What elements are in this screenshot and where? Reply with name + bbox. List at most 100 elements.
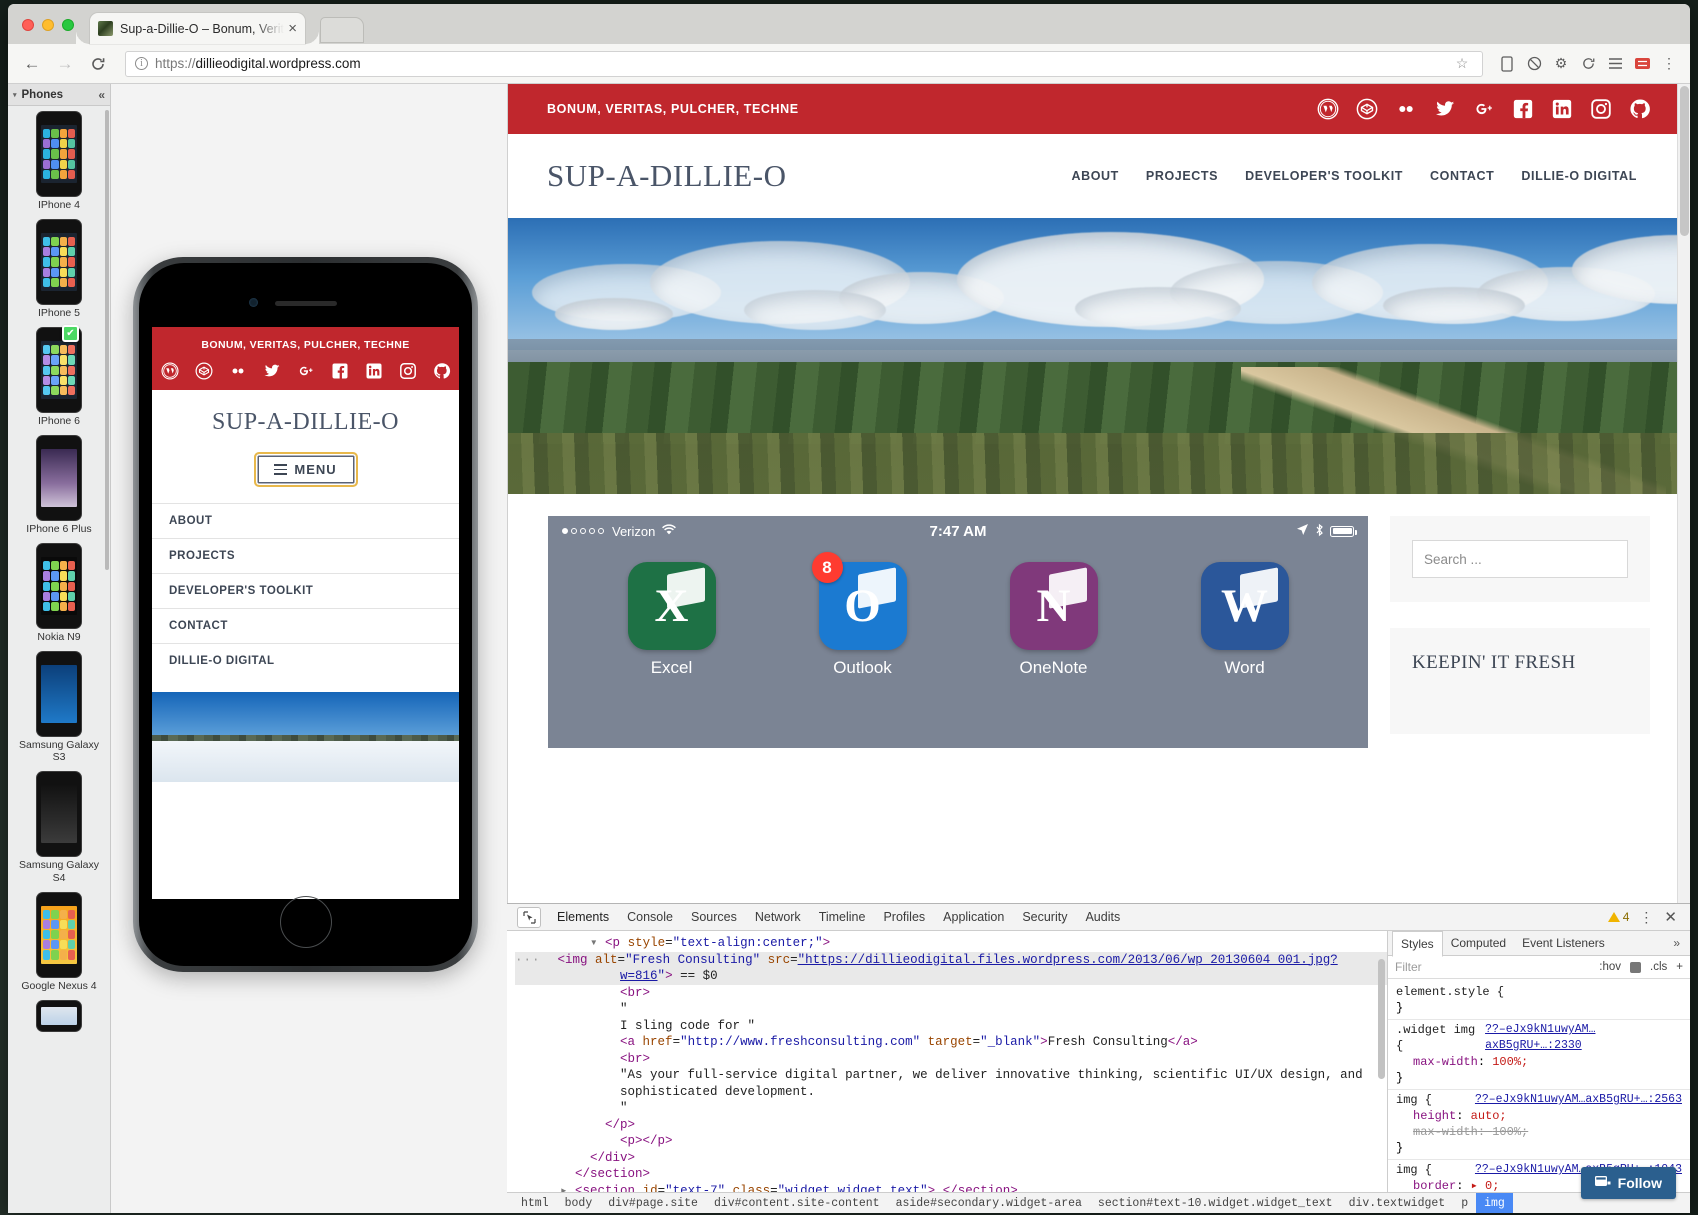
dom-node-line[interactable]: <br> xyxy=(515,1051,1387,1068)
devtools-tab-elements[interactable]: Elements xyxy=(548,904,618,931)
maximize-window-button[interactable] xyxy=(62,19,74,31)
devtools-menu-icon[interactable]: ⋮ xyxy=(1639,909,1654,926)
dom-node-line[interactable]: </section> xyxy=(515,1166,1387,1183)
github-icon[interactable] xyxy=(1629,98,1651,120)
breadcrumb-div-page-site[interactable]: div#page.site xyxy=(600,1193,706,1214)
twitter-icon[interactable] xyxy=(262,361,281,380)
dom-node-line[interactable]: " xyxy=(515,1001,1387,1018)
mobile-site-title[interactable]: SUP-A-DILLIE-O xyxy=(152,390,459,436)
style-property[interactable]: max-width: 100%; xyxy=(1396,1054,1682,1070)
linkedin-icon[interactable] xyxy=(364,361,383,380)
nav-item-projects[interactable]: PROJECTS xyxy=(1146,169,1218,183)
flickr-icon[interactable] xyxy=(1395,98,1417,120)
mobile-nav-item-contact[interactable]: CONTACT xyxy=(152,608,459,643)
gear-icon[interactable]: ⚙ xyxy=(1550,53,1572,75)
device-item-iphone-6[interactable]: ✔ IPhone 6 xyxy=(8,325,110,427)
device-item-samsung-galaxy-s3[interactable]: Samsung Galaxy S3 xyxy=(8,652,110,763)
instagram-icon[interactable] xyxy=(398,361,417,380)
site-nav[interactable]: ABOUT PROJECTS DEVELOPER'S TOOLKIT CONTACT D… xyxy=(1071,169,1651,183)
bookmark-star-icon[interactable]: ☆ xyxy=(1451,53,1473,75)
codepen-icon[interactable] xyxy=(1356,98,1378,120)
styles-more-tabs-icon[interactable]: » xyxy=(1673,936,1686,950)
browser-tab[interactable]: Sup-a-Dillie-O – Bonum, Verita × xyxy=(90,13,319,44)
sidebar-scrollbar[interactable] xyxy=(105,110,109,570)
breadcrumb-html[interactable]: html xyxy=(513,1193,557,1214)
device-item-nokia-n9[interactable]: Nokia N9 xyxy=(8,544,110,643)
device-list[interactable]: IPhone 4 IPhone 5 ✔ IPhone 6 IPhone 6 Plus No… xyxy=(8,106,110,1031)
dom-node-line[interactable]: "As your full-service digital partner, w… xyxy=(515,1067,1387,1084)
dom-node-line[interactable]: <p></p> xyxy=(515,1133,1387,1150)
twitter-icon[interactable] xyxy=(1434,98,1456,120)
refresh-icon[interactable] xyxy=(1577,53,1599,75)
styles-filter-input[interactable]: Filter xyxy=(1395,960,1422,974)
style-property[interactable]: max-width: 100%; xyxy=(1396,1124,1682,1140)
new-style-rule-button[interactable]: + xyxy=(1676,961,1683,973)
mobile-menu-button[interactable]: MENU xyxy=(253,452,358,487)
nav-item-contact[interactable]: CONTACT xyxy=(1430,169,1494,183)
instagram-icon[interactable] xyxy=(1590,98,1612,120)
google-plus-icon[interactable] xyxy=(1473,98,1495,120)
dom-node-line[interactable]: </p> xyxy=(515,1117,1387,1134)
forward-button[interactable]: → xyxy=(51,50,79,78)
hov-toggle[interactable]: :hov xyxy=(1599,961,1621,973)
mobile-nav-list[interactable]: ABOUT PROJECTS DEVELOPER'S TOOLKIT CONTACT D… xyxy=(152,503,459,678)
linkedin-icon[interactable] xyxy=(1551,98,1573,120)
styles-tab-event-listeners[interactable]: Event Listeners xyxy=(1514,931,1613,956)
facebook-icon[interactable] xyxy=(330,361,349,380)
site-info-icon[interactable]: i xyxy=(135,57,148,70)
chevron-down-icon[interactable]: ▾ xyxy=(13,91,17,99)
reload-button[interactable] xyxy=(84,50,112,78)
breadcrumb-img[interactable]: img xyxy=(1476,1192,1513,1213)
dom-node-line[interactable]: ▾ <p style="text-align:center;"> xyxy=(515,935,1387,952)
dom-node-line[interactable]: <br> xyxy=(515,985,1387,1002)
style-rule[interactable]: element.style {} xyxy=(1388,982,1690,1020)
nav-item-about[interactable]: ABOUT xyxy=(1071,169,1118,183)
style-rule[interactable]: img {??–eJx9kN1uwyAM…axB5gRU+…:2563 heigh… xyxy=(1388,1090,1690,1160)
minimize-window-button[interactable] xyxy=(42,19,54,31)
mobile-nav-item-projects[interactable]: PROJECTS xyxy=(152,538,459,573)
nav-item-dillie-o-digital[interactable]: DILLIE-O DIGITAL xyxy=(1521,169,1637,183)
wordpress-icon[interactable] xyxy=(160,361,179,380)
breadcrumb-div-textwidget[interactable]: div.textwidget xyxy=(1341,1193,1454,1214)
dom-node-line[interactable]: </div> xyxy=(515,1150,1387,1167)
device-item-google-nexus-4[interactable]: Google Nexus 4 xyxy=(8,892,110,992)
device-item[interactable] xyxy=(8,1000,110,1031)
dom-node-line[interactable]: " xyxy=(515,1100,1387,1117)
devtools-tab-network[interactable]: Network xyxy=(746,904,810,931)
breadcrumb-div-content-site-content[interactable]: div#content.site-content xyxy=(706,1193,888,1214)
styles-rules-list[interactable]: element.style {} .widget img {??–eJx9kN1u… xyxy=(1388,979,1690,1192)
facebook-icon[interactable] xyxy=(1512,98,1534,120)
style-property[interactable]: height: auto; xyxy=(1396,1108,1682,1124)
devtools-tab-application[interactable]: Application xyxy=(934,904,1013,931)
styles-tabbar[interactable]: Styles Computed Event Listeners » xyxy=(1388,931,1690,957)
close-window-button[interactable] xyxy=(22,19,34,31)
back-button[interactable]: ← xyxy=(18,50,46,78)
dom-node-line[interactable]: ▸ <section id="text-7" class="widget wid… xyxy=(515,1183,1387,1193)
dom-tree-pane[interactable]: ▾ <p style="text-align:center;"> ··· <img… xyxy=(507,931,1387,1192)
style-origin-link[interactable]: ??–eJx9kN1uwyAM…axB5gRU+…:2330 xyxy=(1485,1022,1682,1054)
close-tab-icon[interactable]: × xyxy=(284,21,297,36)
block-icon[interactable] xyxy=(1523,53,1545,75)
device-item-samsung-galaxy-s4[interactable]: Samsung Galaxy S4 xyxy=(8,772,110,884)
breadcrumb-body[interactable]: body xyxy=(557,1193,601,1214)
site-social-links[interactable] xyxy=(1317,98,1651,120)
device-item-iphone-5[interactable]: IPhone 5 xyxy=(8,220,110,319)
dom-node-line[interactable]: I sling code for " xyxy=(515,1018,1387,1035)
devtools-tab-profiles[interactable]: Profiles xyxy=(874,904,934,931)
site-search-input[interactable]: Search ... xyxy=(1412,540,1628,578)
device-list-sidebar[interactable]: ▾ Phones « IPhone 4 IPhone 5 ✔ IPhone 6 IPho… xyxy=(8,84,111,1213)
breadcrumb-aside-secondary-widget-area[interactable]: aside#secondary.widget-area xyxy=(888,1193,1090,1214)
follow-button[interactable]: Follow xyxy=(1580,1167,1676,1199)
codepen-icon[interactable] xyxy=(194,361,213,380)
style-rule[interactable]: .widget img {??–eJx9kN1uwyAM…axB5gRU+…:2… xyxy=(1388,1020,1690,1090)
devtools-tab-timeline[interactable]: Timeline xyxy=(810,904,875,931)
style-origin-link[interactable]: ??–eJx9kN1uwyAM…axB5gRU+…:2563 xyxy=(1475,1092,1682,1108)
collapse-sidebar-icon[interactable]: « xyxy=(98,88,105,102)
devtools-tab-sources[interactable]: Sources xyxy=(682,904,746,931)
flickr-icon[interactable] xyxy=(228,361,247,380)
devtools-close-icon[interactable]: ✕ xyxy=(1664,908,1677,926)
breadcrumb-p[interactable]: p xyxy=(1453,1193,1476,1214)
mobile-viewport[interactable]: BONUM, VERITAS, PULCHER, TECHNE SUP-A-DI… xyxy=(152,327,459,899)
devtools-tabs[interactable]: Elements Console Sources Network Timeline Pro… xyxy=(548,904,1129,931)
dom-node-line[interactable]: <a href="http://www.freshconsulting.com"… xyxy=(515,1034,1387,1051)
